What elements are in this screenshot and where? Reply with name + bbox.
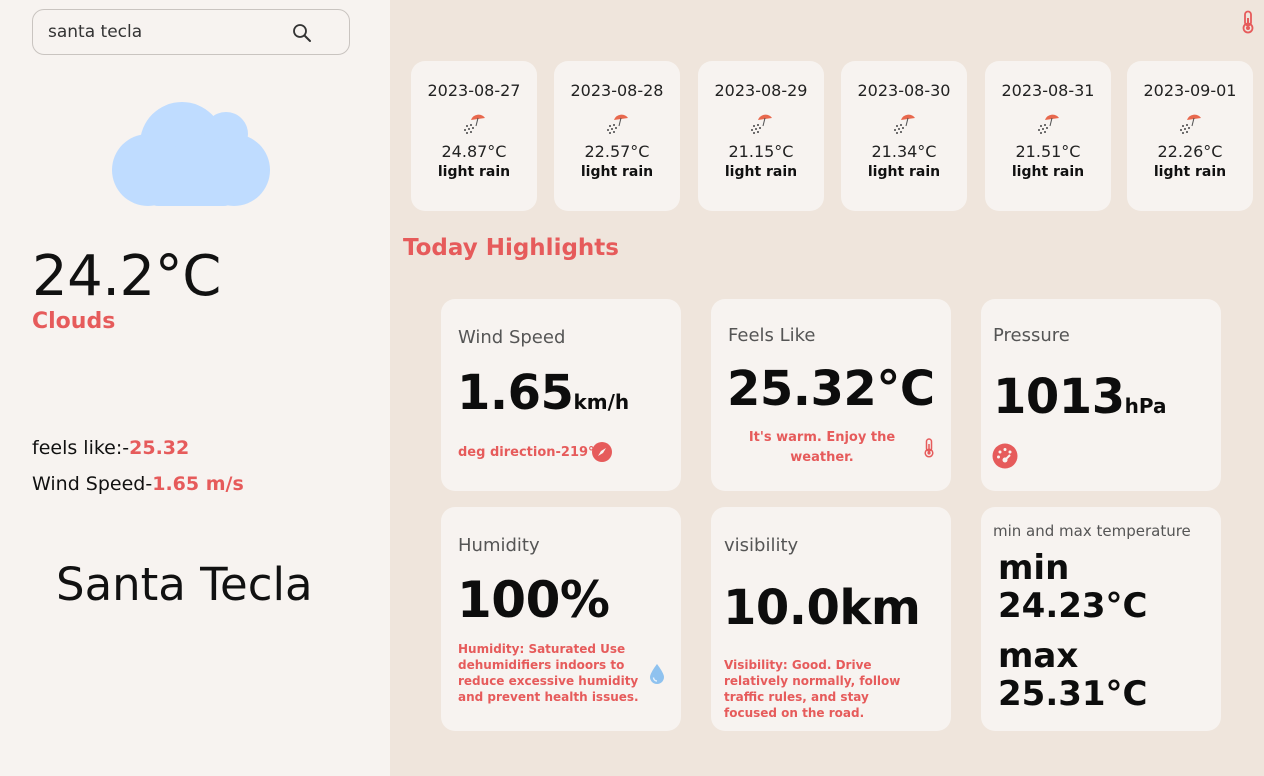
forecast-temperature: 21.51°C [1015, 142, 1081, 161]
humidity-card: Humidity 100% Humidity: Saturated Use de… [441, 507, 681, 731]
forecast-description: light rain [1153, 164, 1227, 180]
wind-speed-card: Wind Speed 1.65km/h deg direction-219° [441, 299, 681, 491]
forecast-date: 2023-08-28 [570, 81, 664, 100]
forecast-card: 2023-09-01 22.26°C light rain [1127, 61, 1253, 211]
wind-speed-number: 1.65 [457, 365, 574, 421]
forecast-temperature: 24.87°C [441, 142, 507, 161]
feels-like-value: 25.32°C [727, 361, 935, 417]
search-box [32, 9, 350, 55]
rain-icon [464, 114, 485, 134]
feels-like-line: feels like:-25.32 [32, 437, 189, 459]
forecast-description: light rain [1011, 164, 1085, 180]
pressure-unit: hPa [1124, 394, 1167, 418]
forecast-date: 2023-08-27 [427, 81, 521, 100]
pressure-value: 1013hPa [993, 369, 1166, 425]
forecast-description: light rain [867, 164, 941, 180]
forecast-temperature: 22.26°C [1157, 142, 1223, 161]
rain-icon [751, 114, 772, 134]
forecast-card: 2023-08-31 21.51°C light rain [985, 61, 1111, 211]
forecast-date: 2023-08-29 [714, 81, 808, 100]
current-weather-panel: 24.2°C Clouds feels like:-25.32 Wind Spe… [0, 0, 390, 776]
wind-speed-label: Wind Speed- [32, 473, 153, 495]
gauge-icon [992, 443, 1018, 469]
forecast-description: light rain [580, 164, 654, 180]
rain-icon [1038, 114, 1059, 134]
droplet-icon [650, 664, 664, 684]
min-label: min [998, 548, 1070, 588]
visibility-card: visibility 10.0km Visibility: Good. Driv… [711, 507, 951, 731]
forecast-date: 2023-08-30 [857, 81, 951, 100]
highlights-title: Today Highlights [403, 235, 619, 261]
forecast-date: 2023-08-31 [1001, 81, 1095, 100]
search-button[interactable] [289, 20, 315, 46]
weather-app: 24.2°C Clouds feels like:-25.32 Wind Spe… [0, 0, 1264, 776]
feels-like-card: Feels Like 25.32°C It's warm. Enjoy the … [711, 299, 951, 491]
feels-like-value: 25.32 [129, 437, 190, 459]
search-input[interactable] [48, 20, 288, 44]
wind-speed-value: 1.65km/h [457, 365, 629, 421]
card-title: Wind Speed [458, 327, 566, 348]
card-title: Feels Like [728, 325, 816, 346]
forecast-temperature: 21.34°C [871, 142, 937, 161]
thermometer-icon[interactable] [1240, 10, 1256, 34]
pressure-number: 1013 [993, 369, 1125, 425]
forecast-description: light rain [437, 164, 511, 180]
card-title: visibility [724, 535, 799, 556]
card-title: Humidity [458, 535, 540, 556]
forecast-card: 2023-08-27 24.87°C light rain [411, 61, 537, 211]
visibility-note: Visibility: Good. Drive relatively norma… [724, 658, 901, 720]
wind-direction-note: deg direction-219° [458, 445, 595, 460]
max-temperature: 25.31°C [998, 674, 1148, 714]
wind-speed-unit: km/h [573, 390, 630, 414]
rain-icon [894, 114, 915, 134]
forecast-date: 2023-09-01 [1143, 81, 1237, 100]
visibility-value: 10.0km [723, 580, 921, 636]
feels-like-note: It's warm. Enjoy the weather. [748, 430, 896, 465]
compass-icon [592, 442, 612, 462]
search-icon [293, 24, 311, 42]
card-title: Pressure [993, 325, 1070, 346]
min-max-temperature-card: min and max temperature min 24.23°C max … [981, 507, 1221, 731]
current-description: Clouds [32, 309, 116, 334]
feels-like-label: feels like:- [32, 437, 130, 459]
rain-icon [607, 114, 628, 134]
pressure-card: Pressure 1013hPa [981, 299, 1221, 491]
forecast-card: 2023-08-30 21.34°C light rain [841, 61, 967, 211]
current-temperature: 24.2°C [32, 244, 221, 309]
forecast-card: 2023-08-28 22.57°C light rain [554, 61, 680, 211]
thermometer-icon [924, 438, 934, 458]
forecast-temperature: 22.57°C [584, 142, 650, 161]
max-label: max [998, 636, 1079, 676]
forecast-temperature: 21.15°C [728, 142, 794, 161]
min-temperature: 24.23°C [998, 586, 1148, 626]
city-name: Santa Tecla [56, 558, 313, 611]
card-title: min and max temperature [993, 522, 1191, 540]
humidity-value: 100% [457, 571, 610, 629]
rain-icon [1180, 114, 1201, 134]
wind-speed-value: 1.65 m/s [152, 473, 244, 495]
wind-speed-line: Wind Speed-1.65 m/s [32, 473, 244, 495]
forecast-card: 2023-08-29 21.15°C light rain [698, 61, 824, 211]
forecast-description: light rain [724, 164, 798, 180]
cloud-icon [112, 102, 270, 206]
humidity-note: Humidity: Saturated Use dehumidifiers in… [458, 642, 639, 704]
